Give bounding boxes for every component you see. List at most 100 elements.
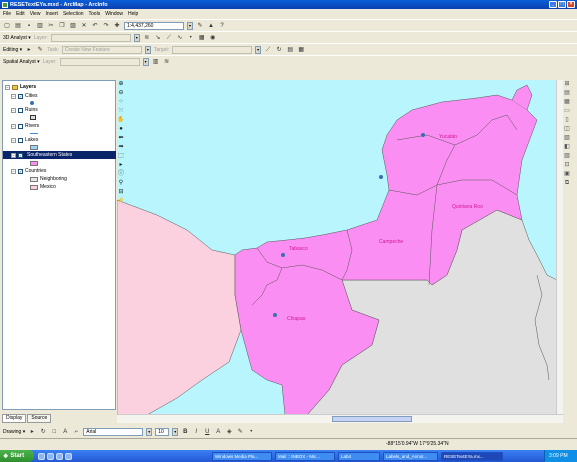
identify-icon[interactable]: ⓘ <box>117 170 125 179</box>
spatial-contour-icon[interactable]: ≋ <box>163 58 171 66</box>
collapse-icon[interactable]: − <box>11 107 16 113</box>
font-size-dropdown[interactable]: ▾ <box>172 428 179 436</box>
redo-icon[interactable]: ↷ <box>102 22 110 30</box>
collapse-icon[interactable]: − <box>11 123 16 129</box>
menu-help[interactable]: Help <box>128 11 138 17</box>
tool-g-icon[interactable]: ⊡ <box>563 161 571 170</box>
arcscene-icon[interactable]: ◉ <box>209 34 217 42</box>
delete-icon[interactable]: ✕ <box>80 22 88 30</box>
sketch-properties-icon[interactable]: ▦ <box>297 46 305 54</box>
toc-root[interactable]: − Layers <box>5 83 36 91</box>
media-icon[interactable] <box>65 452 72 460</box>
layer-visibility-checkbox[interactable] <box>18 107 23 113</box>
spatial-layer-field[interactable] <box>59 57 140 66</box>
tool-h-icon[interactable]: ▣ <box>563 170 571 179</box>
collapse-icon[interactable]: − <box>11 168 16 174</box>
interpolate-point-icon[interactable]: • <box>187 34 195 42</box>
select-features-icon[interactable]: ⬚ <box>117 152 125 161</box>
undo-icon[interactable]: ↶ <box>91 22 99 30</box>
map-canvas[interactable]: Yucatán Quintana Roo Campeche Tabasco Ch… <box>117 80 563 415</box>
menu-selection[interactable]: Selection <box>63 11 84 17</box>
layer-visibility-checkbox[interactable]: ✓ <box>18 168 23 174</box>
task-labels-annotation[interactable]: Labels_and_Annot... <box>383 451 438 461</box>
collapse-icon[interactable]: − <box>5 84 10 90</box>
grid-icon[interactable]: ▦ <box>563 98 571 107</box>
3d-layer-field[interactable] <box>50 33 131 42</box>
task-arcmap[interactable]: RESETextEYa.mx... <box>441 451 503 461</box>
maximize-button[interactable]: □ <box>558 1 566 8</box>
ie-icon[interactable] <box>38 452 45 460</box>
start-button[interactable]: ❖ Start <box>0 450 34 462</box>
paste-icon[interactable]: ▧ <box>69 22 77 30</box>
layer-visibility-checkbox[interactable]: ✓ <box>18 93 23 99</box>
target-dropdown[interactable]: ▾ <box>255 45 262 54</box>
rotate-tool-icon[interactable]: ↻ <box>275 46 283 54</box>
measure-icon[interactable]: ⊟ <box>117 188 125 197</box>
full-extent-icon[interactable]: ● <box>117 125 125 134</box>
underline-button[interactable]: U <box>203 428 211 436</box>
spatial-layer-dropdown[interactable]: ▾ <box>142 57 149 66</box>
task-media-player[interactable]: Windows Media Pla... <box>212 451 272 461</box>
rotate-icon[interactable]: ↻ <box>39 428 47 436</box>
menu-window[interactable]: Window <box>105 11 123 17</box>
map-view[interactable]: Yucatán Quintana Roo Campeche Tabasco Ch… <box>117 80 563 415</box>
target-field[interactable] <box>172 45 253 54</box>
map-horizontal-scrollbar[interactable] <box>117 414 563 423</box>
minimize-button[interactable]: _ <box>549 1 557 8</box>
city-point-tuxtla[interactable] <box>273 313 277 317</box>
interpolate-line-icon[interactable]: ∿ <box>176 34 184 42</box>
select-elements-icon[interactable]: ▸ <box>28 428 36 436</box>
whats-this-icon[interactable]: ? <box>218 22 226 30</box>
back-icon[interactable]: ⬅ <box>117 134 125 143</box>
edit-tool-icon[interactable]: ▸ <box>25 46 33 54</box>
open-folder-icon[interactable]: ▤ <box>14 22 22 30</box>
font-size-field[interactable]: 10 <box>155 428 170 436</box>
font-field[interactable]: Arial <box>83 428 144 436</box>
cut-icon[interactable]: ✂ <box>47 22 55 30</box>
save-icon[interactable]: ▪ <box>25 22 33 30</box>
marker-color-icon[interactable]: • <box>247 428 255 436</box>
fixed-zoom-in-icon[interactable]: ⁘ <box>117 98 125 107</box>
map-scale-dropdown[interactable]: ▾ <box>187 21 193 30</box>
map-scale-field[interactable]: 1:4,437,260 <box>124 21 184 30</box>
map-vertical-scrollbar[interactable] <box>556 80 563 414</box>
split-tool-icon[interactable]: ⟋ <box>264 46 272 54</box>
editor-toolbar-icon[interactable]: ✎ <box>196 22 204 30</box>
tool-d-icon[interactable]: ▧ <box>563 134 571 143</box>
layer-visibility-checkbox[interactable] <box>18 137 23 143</box>
rectangle-icon[interactable]: □ <box>50 428 58 436</box>
collapse-icon[interactable]: − <box>11 152 16 158</box>
tool-c-icon[interactable]: ◫ <box>563 125 571 134</box>
task-dropdown[interactable]: ▾ <box>144 45 151 54</box>
layer-visibility-checkbox[interactable]: ✓ <box>18 152 23 158</box>
profile-graph-icon[interactable]: ▦ <box>198 34 206 42</box>
arctoolbox-icon[interactable]: ▲ <box>207 22 215 30</box>
font-color-icon[interactable]: A <box>214 428 222 436</box>
layer-visibility-checkbox[interactable] <box>18 123 23 129</box>
task-field[interactable]: Create New Feature <box>61 45 142 54</box>
select-elements-icon[interactable]: ▸ <box>117 161 125 170</box>
copy-icon[interactable]: ❐ <box>58 22 66 30</box>
text-icon[interactable]: A <box>61 428 69 436</box>
spatial-analyst-menu[interactable]: Spatial Analyst ▾ <box>3 59 40 65</box>
menu-file[interactable]: File <box>3 11 11 17</box>
zoom-out-icon[interactable]: ⊖ <box>117 89 125 98</box>
editor-menu[interactable]: Editing ▾ <box>3 47 22 53</box>
menu-view[interactable]: View <box>30 11 41 17</box>
find-icon[interactable]: ⚲ <box>117 179 125 188</box>
menu-tools[interactable]: Tools <box>89 11 101 17</box>
steepest-path-icon[interactable]: ↘ <box>154 34 162 42</box>
tool-b-icon[interactable]: ▯ <box>563 116 571 125</box>
city-point-villahermosa[interactable] <box>281 253 285 257</box>
forward-icon[interactable]: ➡ <box>117 143 125 152</box>
pan-icon[interactable]: ✋ <box>117 116 125 125</box>
bold-button[interactable]: B <box>181 428 189 436</box>
toc-layer-southeastern-states[interactable]: − ✓ Southeastern States <box>3 151 116 159</box>
layout-icon[interactable]: ▤ <box>563 89 571 98</box>
clock[interactable]: 3:09 PM <box>549 453 568 459</box>
city-point-campeche[interactable] <box>379 175 383 179</box>
outlook-icon[interactable] <box>47 452 54 460</box>
tab-source[interactable]: Source <box>27 414 52 423</box>
tool-f-icon[interactable]: ▨ <box>563 152 571 161</box>
fixed-zoom-out-icon[interactable]: ⁙ <box>117 107 125 116</box>
